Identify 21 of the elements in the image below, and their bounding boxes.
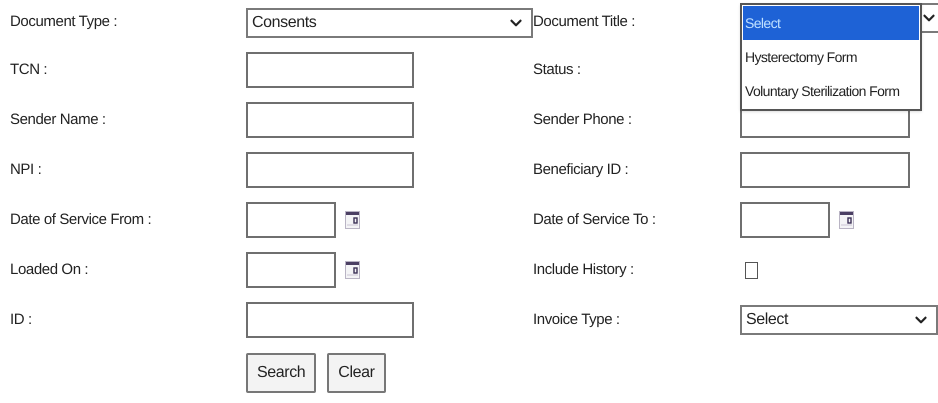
field-label: NPI : — [10, 160, 42, 178]
field-label: Document Type : — [10, 13, 118, 30]
field-label: Document Title : — [533, 13, 635, 30]
field-label: Include History : — [533, 260, 634, 278]
field-label: Status : — [533, 60, 581, 78]
select-field[interactable]: Select — [740, 305, 938, 335]
field-label: Beneficiary ID : — [533, 160, 628, 178]
field-label: TCN : — [10, 60, 48, 78]
field-label: Date of Service To : — [533, 210, 656, 228]
select-field[interactable]: Consents — [246, 8, 533, 38]
field-label: ID : — [10, 310, 32, 328]
field-label: Sender Phone : — [533, 110, 632, 128]
form-button[interactable]: Search — [246, 353, 316, 393]
dropdown-option[interactable]: Select — [743, 6, 919, 40]
select-value: Consents — [252, 12, 316, 32]
field-label: Date of Service From : — [10, 210, 152, 228]
field-label: Invoice Type : — [533, 310, 620, 328]
field-label: Sender Name : — [10, 110, 106, 128]
form-button[interactable]: Clear — [327, 353, 386, 393]
select-value: Select — [746, 310, 788, 330]
field-label: Loaded On : — [10, 260, 88, 278]
